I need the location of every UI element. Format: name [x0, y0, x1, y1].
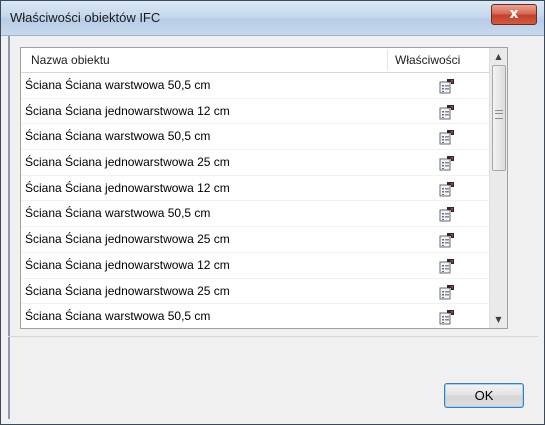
- properties-icon[interactable]: [439, 78, 455, 94]
- properties-icon[interactable]: [439, 284, 455, 300]
- column-header-name[interactable]: Nazwa obiektu: [31, 48, 110, 72]
- object-name: Ściana Ściana jednowarstwowa 12 cm: [25, 180, 230, 195]
- title-bar[interactable]: Właściwości obiektów IFC x: [1, 1, 544, 36]
- scroll-down-icon[interactable]: ▼: [490, 311, 507, 328]
- scroll-up-icon[interactable]: ▲: [490, 48, 507, 65]
- ok-button[interactable]: OK: [444, 383, 524, 408]
- object-name: Ściana Ściana warstwowa 50,5 cm: [25, 78, 211, 92]
- properties-icon[interactable]: [439, 309, 455, 325]
- object-name: Ściana Ściana warstwowa 50,5 cm: [25, 309, 211, 324]
- list-item[interactable]: Ściana Ściana warstwowa 50,5 cm: [21, 304, 491, 328]
- column-header-properties[interactable]: Właściwości: [395, 48, 460, 72]
- object-name: Ściana Ściana jednowarstwowa 25 cm: [25, 283, 230, 298]
- object-name: Ściana Ściana jednowarstwowa 25 cm: [25, 232, 230, 247]
- list-item[interactable]: Ściana Ściana warstwowa 50,5 cm: [21, 73, 491, 99]
- divider: [8, 336, 538, 337]
- object-name: Ściana Ściana jednowarstwowa 12 cm: [25, 257, 230, 272]
- list-item[interactable]: Ściana Ściana jednowarstwowa 25 cm: [21, 227, 491, 253]
- column-separator[interactable]: [387, 50, 388, 70]
- object-name: Ściana Ściana warstwowa 50,5 cm: [25, 129, 211, 144]
- grip-icon: [495, 110, 503, 119]
- properties-icon[interactable]: [439, 155, 455, 171]
- object-name: Ściana Ściana warstwowa 50,5 cm: [25, 206, 211, 221]
- list-header: Nazwa obiektu Właściwości: [21, 48, 491, 73]
- list-item[interactable]: Ściana Ściana warstwowa 50,5 cm: [21, 124, 491, 151]
- properties-icon[interactable]: [439, 104, 455, 120]
- properties-icon[interactable]: [439, 129, 455, 145]
- list-item[interactable]: Ściana Ściana warstwowa 50,5 cm: [21, 201, 491, 228]
- close-button[interactable]: x: [491, 4, 537, 25]
- object-name: Ściana Ściana jednowarstwowa 12 cm: [25, 103, 230, 118]
- close-icon: x: [509, 6, 519, 22]
- properties-icon[interactable]: [439, 206, 455, 222]
- list-item[interactable]: Ściana Ściana jednowarstwowa 25 cm: [21, 150, 491, 176]
- list-item[interactable]: Ściana Ściana jednowarstwowa 12 cm: [21, 99, 491, 125]
- object-list[interactable]: Nazwa obiektu Właściwości Ściana Ściana …: [20, 47, 508, 329]
- scroll-thumb[interactable]: [492, 65, 506, 171]
- vertical-scrollbar[interactable]: ▲ ▼: [489, 48, 507, 328]
- dialog-window: Właściwości obiektów IFC x Nazwa obiektu…: [0, 0, 545, 425]
- list-rows: Ściana Ściana warstwowa 50,5 cm Ściana Śc…: [21, 73, 491, 328]
- object-name: Ściana Ściana jednowarstwowa 25 cm: [25, 155, 230, 170]
- list-item[interactable]: Ściana Ściana jednowarstwowa 12 cm: [21, 176, 491, 202]
- list-item[interactable]: Ściana Ściana jednowarstwowa 12 cm: [21, 253, 491, 279]
- properties-icon[interactable]: [439, 258, 455, 274]
- list-item[interactable]: Ściana Ściana jednowarstwowa 25 cm: [21, 279, 491, 305]
- properties-icon[interactable]: [439, 232, 455, 248]
- window-title: Właściwości obiektów IFC: [10, 10, 161, 25]
- properties-icon[interactable]: [439, 181, 455, 197]
